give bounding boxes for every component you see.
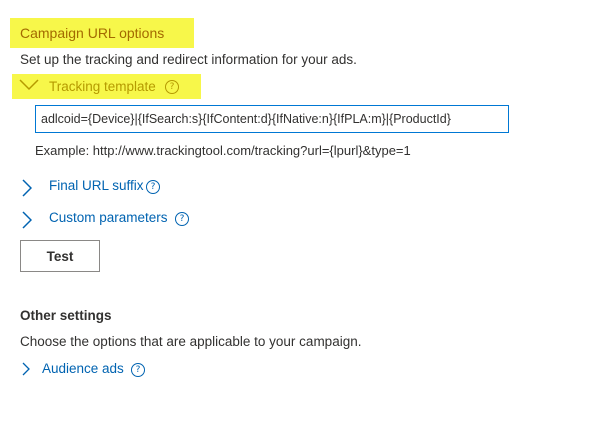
chevron-down-icon[interactable] [19, 78, 39, 96]
audience-ads-toggle[interactable]: Audience ads [42, 361, 124, 376]
custom-parameters-toggle[interactable]: Custom parameters [49, 210, 168, 225]
help-icon[interactable]: ? [131, 363, 145, 377]
chevron-right-icon[interactable] [22, 211, 33, 234]
chevron-right-icon[interactable] [22, 362, 30, 381]
help-icon[interactable]: ? [146, 180, 160, 194]
tracking-template-input[interactable]: adlcoid={Device}|{IfSearch:s}{IfContent:… [35, 105, 509, 133]
tracking-template-example: Example: http://www.trackingtool.com/tra… [35, 143, 411, 158]
campaign-url-description: Set up the tracking and redirect informa… [20, 52, 357, 67]
final-url-suffix-toggle[interactable]: Final URL suffix [49, 178, 144, 193]
campaign-url-title: Campaign URL options [20, 25, 165, 41]
help-icon[interactable]: ? [175, 212, 189, 226]
tracking-template-toggle[interactable]: Tracking template [49, 79, 156, 94]
help-icon[interactable]: ? [165, 80, 179, 94]
chevron-right-icon[interactable] [22, 179, 33, 202]
other-settings-description: Choose the options that are applicable t… [20, 334, 362, 349]
test-button[interactable]: Test [20, 240, 100, 272]
other-settings-title: Other settings [20, 308, 112, 323]
